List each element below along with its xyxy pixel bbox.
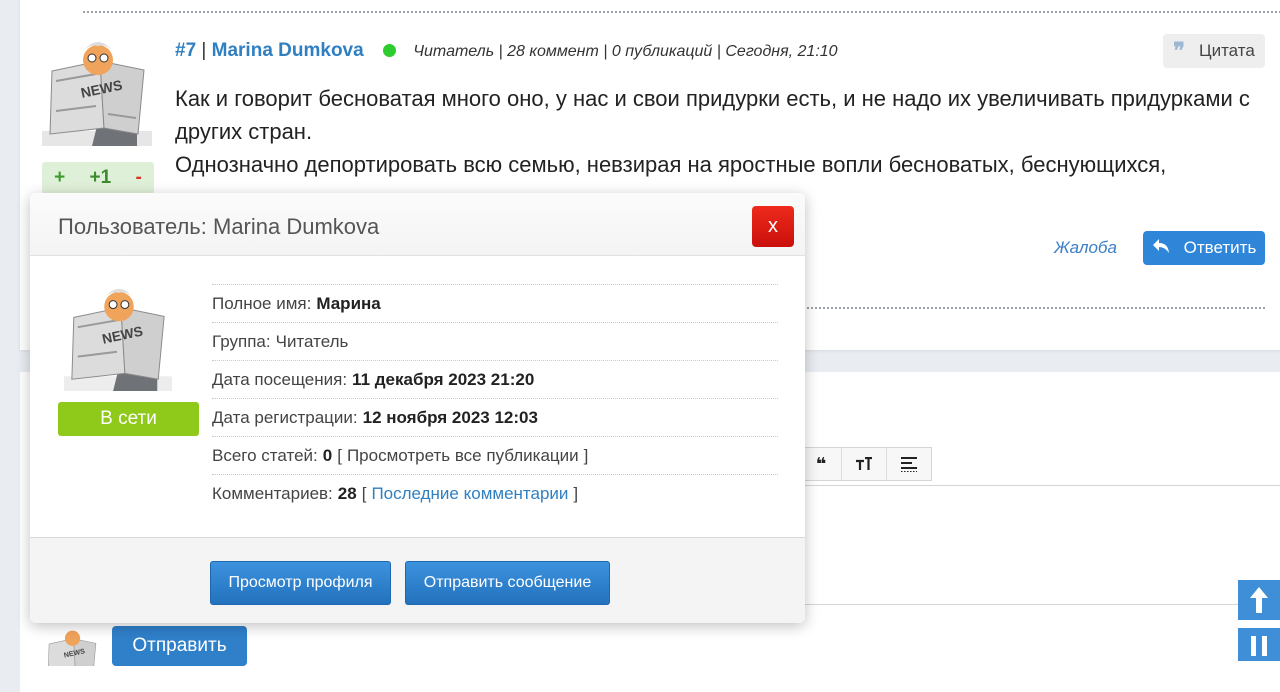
articles-row: Всего статей: 0 [ Просмотреть все публик… <box>212 436 778 474</box>
comment-textarea[interactable] <box>800 485 1280 605</box>
reply-button[interactable]: Ответить <box>1143 231 1265 265</box>
view-all-publications-link[interactable]: Просмотреть все публикации <box>347 446 579 466</box>
author-link[interactable]: Marina Dumkova <box>212 40 364 61</box>
blockquote-icon[interactable]: ❝ <box>801 448 841 480</box>
view-profile-button[interactable]: Просмотр профиля <box>210 561 391 605</box>
comment-meta: #7 | Marina Dumkova Читатель | 28 коммен… <box>175 40 838 62</box>
send-button[interactable]: Отправить <box>112 626 247 666</box>
scroll-up-icon[interactable] <box>1238 580 1280 620</box>
rating-value: +1 <box>89 167 112 188</box>
close-button[interactable]: x <box>752 206 794 247</box>
author-meta-info: Читатель | 28 коммент | 0 публикаций | С… <box>413 43 838 60</box>
field-label: Группа: <box>212 331 271 351</box>
rating-widget: + +1 - <box>42 162 154 194</box>
meta-separator: | <box>201 40 207 61</box>
comments-count: 28 <box>337 483 357 503</box>
bracket: [ <box>337 445 342 465</box>
comment-number-link[interactable]: #7 <box>175 40 196 61</box>
field-label: Дата регистрации: <box>212 407 358 427</box>
modal-header: Пользователь: Marina Dumkova x <box>30 193 805 256</box>
comment-line: Однозначно депортировать всю семью, невз… <box>175 152 1167 177</box>
align-icon[interactable] <box>886 448 931 480</box>
editor-toolbar: ❝ <box>800 447 932 481</box>
online-status-badge: В сети <box>58 402 199 436</box>
last-comments-link[interactable]: Последние комментарии <box>371 484 568 504</box>
articles-count: 0 <box>322 445 333 465</box>
profile-avatar: NEWS <box>64 281 172 393</box>
current-user-avatar: NEWS <box>44 626 100 666</box>
group-value: Читатель <box>275 331 349 351</box>
complaint-link[interactable]: Жалоба <box>1054 238 1117 258</box>
rating-minus-button[interactable]: - <box>136 167 142 189</box>
comments-row: Комментариев: 28 [ Последние комментарии… <box>212 474 778 512</box>
field-label: Комментариев: <box>212 483 333 503</box>
field-label: Всего статей: <box>212 445 318 465</box>
user-info-list: Полное имя: Марина Группа: Читатель Дата… <box>212 284 778 512</box>
quote-icon: ❞ <box>1173 38 1186 64</box>
send-message-button[interactable]: Отправить сообщение <box>405 561 610 605</box>
bracket: ] <box>583 445 589 465</box>
modal-title: Пользователь: Marina Dumkova <box>58 214 380 239</box>
user-info-modal: Пользователь: Marina Dumkova x NEWS В се… <box>30 193 805 623</box>
comment-avatar[interactable]: NEWS <box>42 36 152 146</box>
visit-date-row: Дата посещения: 11 декабря 2023 21:20 <box>212 360 778 398</box>
reply-icon <box>1152 238 1170 259</box>
rating-plus-button[interactable]: + <box>54 167 65 189</box>
group-row: Группа: Читатель <box>212 322 778 360</box>
quote-label: Цитата <box>1199 41 1255 60</box>
full-name-row: Полное имя: Марина <box>212 284 778 322</box>
modal-footer: Просмотр профиля Отправить сообщение <box>30 537 805 623</box>
divider <box>83 11 1280 13</box>
comment-line: Как и говорит бесноватая много оно, у на… <box>175 86 1250 144</box>
reply-label: Ответить <box>1183 238 1257 257</box>
visit-date-value: 11 декабря 2023 21:20 <box>352 369 535 389</box>
pause-icon[interactable] <box>1238 628 1280 661</box>
quote-button[interactable]: ❞ Цитата <box>1163 34 1265 68</box>
field-label: Полное имя: <box>212 293 312 313</box>
text-size-icon[interactable] <box>841 448 886 480</box>
online-indicator <box>382 44 396 58</box>
registration-date-value: 12 ноября 2023 12:03 <box>362 407 538 427</box>
bracket: [ <box>361 483 367 503</box>
bracket: ] <box>573 483 579 503</box>
registration-date-row: Дата регистрации: 12 ноября 2023 12:03 <box>212 398 778 436</box>
comment-body: Как и говорит бесноватая много оно, у на… <box>175 82 1265 181</box>
full-name-value: Марина <box>316 293 381 313</box>
field-label: Дата посещения: <box>212 369 348 389</box>
